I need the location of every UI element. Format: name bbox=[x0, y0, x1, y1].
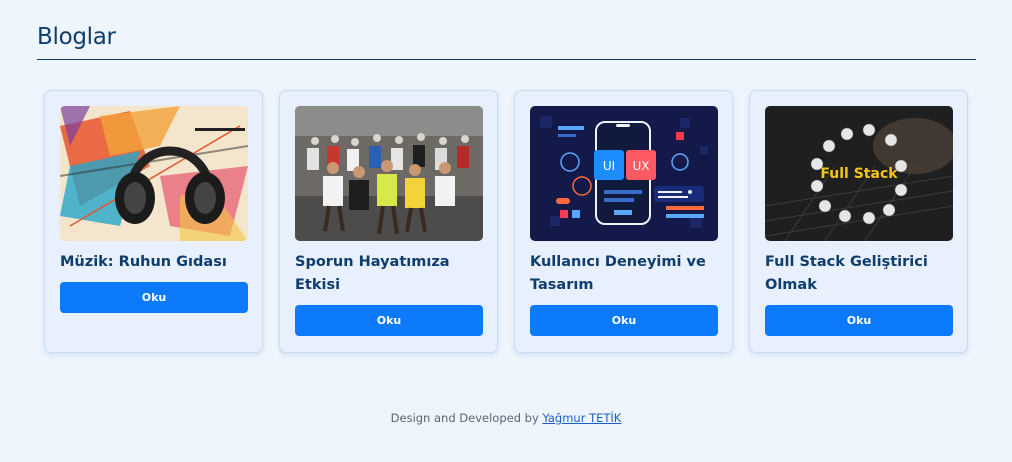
ux-label: UX bbox=[632, 159, 649, 173]
page-title: Bloglar bbox=[37, 24, 116, 50]
headphones-art-image bbox=[60, 106, 248, 241]
page-header: Bloglar bbox=[37, 20, 976, 60]
ui-ux-phone-image: UI UX bbox=[530, 106, 718, 241]
full-stack-keyboard-image: Full Stack bbox=[765, 106, 953, 241]
card-title: Full Stack Geliştirici Olmak bbox=[765, 254, 928, 293]
blog-card-list: Müzik: Ruhun Gıdası Oku Sporun Hayatımız… bbox=[44, 90, 968, 353]
full-stack-label: Full Stack bbox=[820, 166, 898, 182]
blog-card: Müzik: Ruhun Gıdası Oku bbox=[44, 90, 263, 353]
read-button[interactable]: Oku bbox=[530, 305, 718, 336]
blog-card: UI UX Kullanıcı Deneyimi ve Tasarım Oku bbox=[514, 90, 733, 353]
read-button[interactable]: Oku bbox=[60, 282, 248, 313]
read-button[interactable]: Oku bbox=[765, 305, 953, 336]
read-button[interactable]: Oku bbox=[295, 305, 483, 336]
author-link[interactable]: Yağmur TETİK bbox=[542, 411, 621, 425]
blog-card: Full Stack Full Stack Geliştirici Olmak … bbox=[749, 90, 968, 353]
card-title: Kullanıcı Deneyimi ve Tasarım bbox=[530, 254, 706, 293]
ui-label: UI bbox=[603, 159, 615, 173]
footer: Design and Developed by Yağmur TETİK bbox=[0, 411, 1012, 425]
blog-card: Sporun Hayatımıza Etkisi Oku bbox=[279, 90, 498, 353]
card-title: Müzik: Ruhun Gıdası bbox=[60, 254, 227, 270]
footer-text: Design and Developed by bbox=[390, 411, 539, 425]
card-title: Sporun Hayatımıza Etkisi bbox=[295, 254, 450, 293]
marathon-runners-image bbox=[295, 106, 483, 241]
